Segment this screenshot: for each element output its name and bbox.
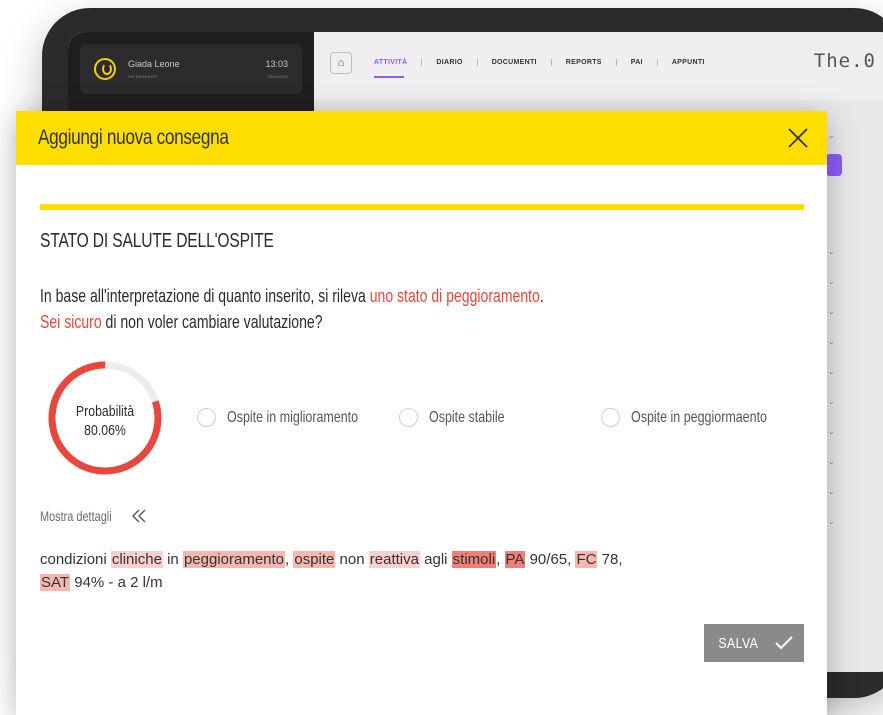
save-button[interactable]: SALVA xyxy=(704,624,804,662)
option-label: Ospite in peggiormaento xyxy=(631,408,767,426)
chevron-down-icon: ⌄ xyxy=(828,397,835,406)
probability-title: Probabilità xyxy=(75,403,135,420)
chevron-down-icon: ⌄ xyxy=(828,457,835,466)
message-text: In base all'interpretazione di quanto in… xyxy=(40,286,370,306)
option-improving[interactable]: Ospite in miglioramento xyxy=(197,408,395,427)
chevron-down-icon: ⌄ xyxy=(828,337,835,346)
tab-appunti[interactable]: APPUNTI xyxy=(656,59,719,66)
keyword-highlight: reattiva xyxy=(368,551,420,568)
tab-attivita[interactable]: ATTIVITÀ xyxy=(374,59,421,78)
device-button xyxy=(102,8,128,16)
top-navigation: ⌂ ATTIVITÀ DIARIO DOCUMENTI REPORTS PAI … xyxy=(314,32,883,100)
clock-time: 13:03 xyxy=(265,59,288,69)
keyword-highlight: FC xyxy=(575,551,598,568)
new-handover-modal: Aggiungi nuova consegna STATO DI SALUTE … xyxy=(16,111,827,715)
chevron-down-icon: ⌄ xyxy=(828,367,835,376)
probability-value: 80.06% xyxy=(84,422,126,439)
user-name: Giada Leone xyxy=(128,59,180,69)
chevron-down-icon: ⌄ xyxy=(828,247,835,256)
background-badge xyxy=(826,154,842,176)
modal-header: Aggiungi nuova consegna xyxy=(16,111,827,165)
section-divider xyxy=(40,204,804,210)
modal-title: Aggiungi nuova consegna xyxy=(38,126,229,149)
user-role: INFERMIERE xyxy=(128,74,158,79)
chevron-down-icon: ⌄ xyxy=(828,307,835,316)
device-button xyxy=(134,8,160,16)
message-highlight: uno stato di peggioramento xyxy=(369,286,540,306)
radio-button[interactable] xyxy=(399,408,418,427)
chevron-down-icon: ⌄ xyxy=(828,517,835,526)
clinical-notes: condizioni cliniche in peggioramento, os… xyxy=(40,551,623,591)
tab-reports[interactable]: REPORTS xyxy=(550,59,616,66)
assessment-message-line2: Sei sicuro di non voler cambiare valutaz… xyxy=(40,312,323,333)
chevron-down-icon: ⌄ xyxy=(828,487,835,496)
option-label: Ospite in miglioramento xyxy=(227,408,359,426)
radio-button[interactable] xyxy=(197,408,216,427)
option-worsening[interactable]: Ospite in peggiormaento xyxy=(601,408,805,427)
clock-date: 25/10/2022 xyxy=(267,74,288,79)
message-highlight: Sei sicuro xyxy=(40,312,102,332)
close-icon[interactable] xyxy=(785,125,811,151)
checkmark-icon xyxy=(775,636,794,650)
keyword-highlight: ospite xyxy=(293,551,336,568)
option-label: Ospite stabile xyxy=(429,408,505,426)
chevron-down-icon: ⌄ xyxy=(828,427,835,436)
tab-diario[interactable]: DIARIO xyxy=(421,59,476,66)
tab-documenti[interactable]: DOCUMENTI xyxy=(476,59,551,66)
chevron-down-icon: ⌄ xyxy=(828,131,835,140)
radio-button[interactable] xyxy=(601,408,620,427)
keyword-highlight: cliniche xyxy=(110,551,163,568)
chevron-down-icon: ⌄ xyxy=(828,277,835,286)
home-icon[interactable]: ⌂ xyxy=(330,52,352,74)
details-label: Mostra dettagli xyxy=(40,508,112,524)
option-stable[interactable]: Ospite stabile xyxy=(399,408,526,427)
message-text: di non voler cambiare valutazione? xyxy=(101,312,323,332)
power-icon[interactable] xyxy=(94,58,116,80)
keyword-highlight: PA xyxy=(504,551,526,568)
user-card[interactable]: Giada Leone INFERMIERE 13:03 25/10/2022 xyxy=(80,44,302,94)
tab-pai[interactable]: PAI xyxy=(615,59,657,66)
message-text: . xyxy=(539,286,544,306)
double-chevron-left-icon[interactable] xyxy=(130,509,148,523)
save-label: SALVA xyxy=(718,634,758,652)
keyword-highlight: stimoli xyxy=(451,551,497,568)
nav-tabs: ATTIVITÀ DIARIO DOCUMENTI REPORTS PAI AP… xyxy=(374,59,719,78)
keyword-highlight: SAT xyxy=(40,574,71,591)
brand-logo: The.0 xyxy=(813,50,876,72)
show-details-toggle[interactable]: Mostra dettagli xyxy=(40,508,148,524)
probability-label: Probabilità 80.06% xyxy=(56,402,154,440)
section-title: STATO DI SALUTE DELL'OSPITE xyxy=(40,230,274,252)
assessment-message-line1: In base all'interpretazione di quanto in… xyxy=(40,286,544,307)
keyword-highlight: peggioramento xyxy=(182,551,286,568)
